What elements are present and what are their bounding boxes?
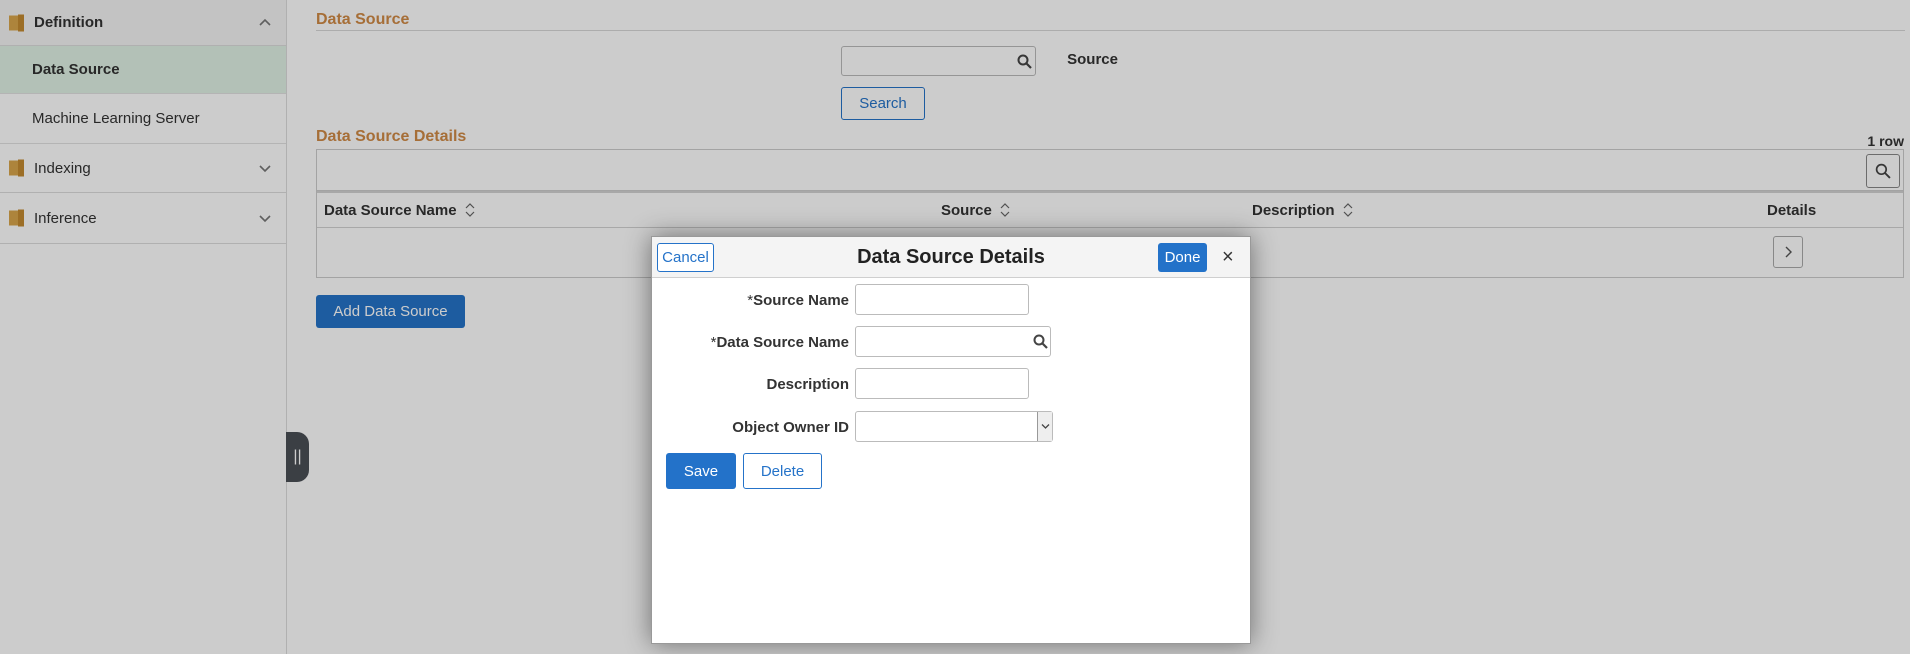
dropdown-arrow[interactable] (1037, 412, 1052, 441)
search-icon[interactable] (1033, 334, 1048, 349)
source-name-input[interactable] (855, 284, 1029, 315)
description-input[interactable] (855, 368, 1029, 399)
object-owner-id-select[interactable] (855, 411, 1053, 442)
data-source-name-label: *Data Source Name (710, 334, 849, 351)
modal-header: Cancel Data Source Details Done × (652, 237, 1250, 278)
save-button[interactable]: Save (666, 453, 736, 489)
source-name-label: *Source Name (747, 292, 849, 309)
done-button[interactable]: Done (1158, 243, 1207, 272)
delete-button[interactable]: Delete (743, 453, 822, 489)
close-icon[interactable]: × (1222, 246, 1234, 269)
chevron-down-icon (1041, 424, 1049, 429)
description-label: Description (766, 376, 849, 393)
data-source-name-input[interactable] (855, 326, 1051, 357)
object-owner-id-label: Object Owner ID (732, 419, 849, 436)
data-source-details-modal: Cancel Data Source Details Done × *Sourc… (651, 236, 1251, 644)
